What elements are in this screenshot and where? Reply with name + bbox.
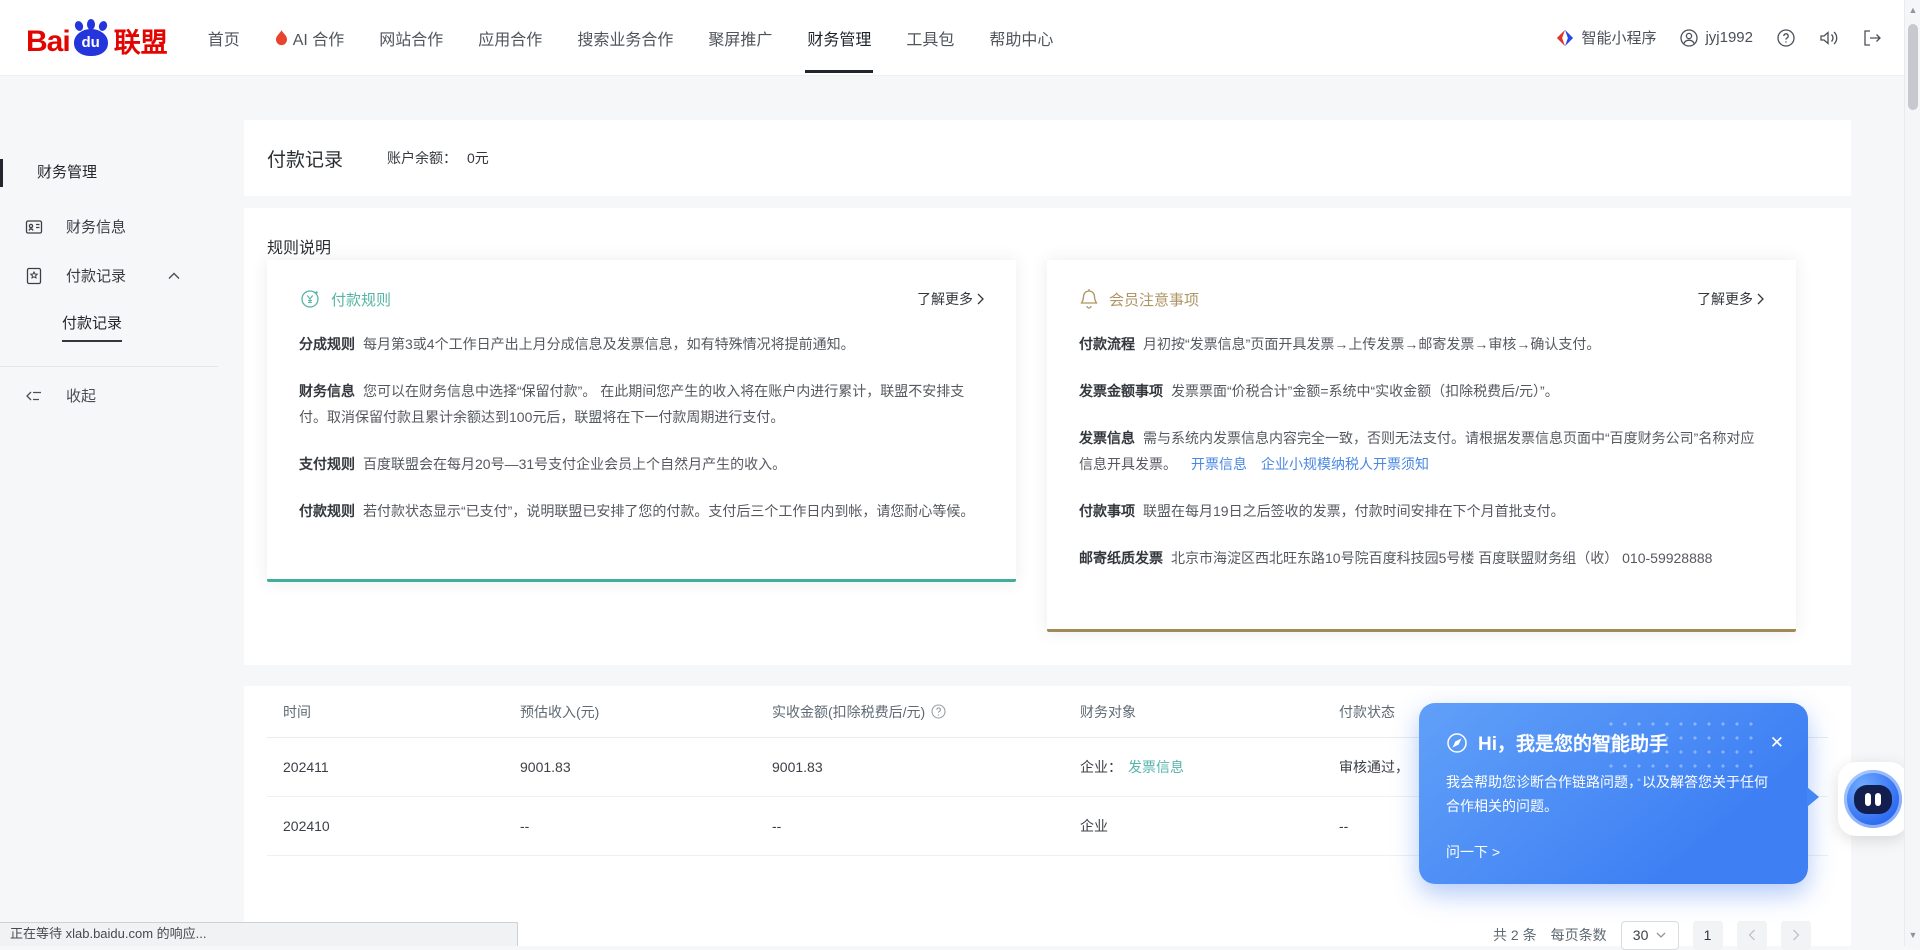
page-scrollbar[interactable]: ▲ ▼ (1904, 0, 1920, 946)
ask-now-link[interactable]: 问一下 > (1446, 842, 1500, 862)
col-actual-amount: 实收金额(扣除税费后/元) (772, 702, 1080, 722)
sidebar-subitem-payment-record[interactable]: 付款记录 (0, 312, 218, 342)
chevron-right-icon (977, 293, 984, 305)
nav-ai-cooperation[interactable]: AI 合作 (275, 0, 345, 76)
col-time: 时间 (283, 702, 520, 722)
logout-icon[interactable] (1863, 29, 1882, 47)
nav-screen-promotion[interactable]: 聚屏推广 (708, 0, 772, 76)
col-finance-target: 财务对象 (1080, 702, 1339, 722)
chevron-down-icon (1656, 932, 1666, 939)
small-taxpayer-notice-link[interactable]: 企业小规模纳税人开票须知 (1261, 456, 1429, 472)
main-nav: 首页 AI 合作 网站合作 应用合作 搜索业务合作 聚屏推广 财务管理 工具包 … (208, 0, 1054, 76)
rule-item: 邮寄纸质发票北京市海淀区西北旺东路10号院百度科技园5号楼 百度联盟财务组（收）… (1079, 545, 1764, 571)
scroll-up-arrow[interactable]: ▲ (1905, 5, 1920, 15)
payment-rules-card: 付款规则 了解更多 分成规则每月第3或4个工作日产出上月分成信息及发票信息，如有… (267, 260, 1016, 582)
rule-item: 财务信息您可以在财务信息中选择“保留付款”。 在此期间您产生的收入将在账户内进行… (299, 378, 984, 430)
cell-actual: -- (772, 818, 1080, 834)
flame-icon (275, 30, 288, 46)
member-notes-more-link[interactable]: 了解更多 (1697, 289, 1764, 309)
cell-actual: 9001.83 (772, 759, 1080, 775)
nav-website-cooperation[interactable]: 网站合作 (379, 0, 443, 76)
rule-item: 发票信息需与系统内发票信息内容完全一致，否则无法支付。请根据发票信息页面中“百度… (1079, 425, 1764, 477)
sidebar-item-payment-record[interactable]: 付款记录 (0, 265, 218, 286)
id-card-icon (25, 218, 43, 236)
account-panel: 付款记录 账户余额：0元 (244, 120, 1851, 196)
smart-miniprogram-link[interactable]: 智能小程序 (1556, 27, 1656, 48)
invoice-info-cell-link[interactable]: 发票信息 (1128, 759, 1184, 775)
info-icon[interactable] (931, 704, 946, 719)
sidebar-item-finance-info[interactable]: 财务信息 (0, 216, 218, 237)
logo-text-union: 联盟 (114, 29, 168, 57)
compass-icon (1446, 732, 1468, 754)
sidebar-collapse-button[interactable]: 收起 (0, 385, 218, 406)
sound-icon[interactable] (1819, 29, 1839, 47)
browser-status-bar: 正在等待 xlab.baidu.com 的响应... (0, 922, 518, 946)
total-count: 共 2 条 (1493, 925, 1537, 945)
collapse-icon (25, 388, 43, 404)
member-notes-title: 会员注意事项 (1109, 289, 1199, 310)
baidu-union-logo[interactable]: Bai du 联盟 (26, 19, 168, 57)
account-balance: 账户余额：0元 (387, 148, 489, 168)
rule-item: 付款规则若付款状态显示“已支付”，说明联盟已安排了您的付款。支付后三个工作日内到… (299, 498, 984, 524)
sidebar: 财务管理 财务信息 付款记录 付款记录 收起 (0, 76, 218, 946)
close-icon[interactable]: ✕ (1770, 734, 1784, 751)
cell-estimated: -- (520, 818, 772, 834)
topbar-right-area: 智能小程序 jyj1992 (1556, 27, 1882, 48)
baidu-paw-icon: du (71, 19, 111, 57)
col-estimated-income: 预估收入(元) (520, 702, 772, 722)
prev-page-button[interactable] (1737, 921, 1767, 950)
chevron-right-icon (1757, 293, 1764, 305)
top-navigation-bar: Bai du 联盟 首页 AI 合作 网站合作 应用合作 搜索业务合作 聚屏推广… (0, 0, 1920, 76)
sidebar-section-title: 财务管理 (0, 158, 218, 188)
logo-text-bai: Bai (26, 27, 70, 57)
member-notes-card: 会员注意事项 了解更多 付款流程月初按“发票信息”页面开具发票→上传发票→邮寄发… (1047, 260, 1796, 632)
user-account[interactable]: jyj1992 (1680, 29, 1753, 47)
payment-rules-title: 付款规则 (331, 289, 391, 310)
nav-home[interactable]: 首页 (208, 0, 240, 76)
nav-finance-management[interactable]: 财务管理 (807, 0, 871, 76)
nav-help-center[interactable]: 帮助中心 (989, 0, 1053, 76)
cell-time: 202410 (283, 818, 520, 834)
scrollbar-thumb[interactable] (1908, 24, 1918, 110)
cell-finance-target: 企业 (1080, 816, 1339, 836)
payment-rules-more-link[interactable]: 了解更多 (917, 289, 984, 309)
sidebar-divider (0, 366, 218, 367)
popup-dots-decoration (1604, 717, 1754, 781)
yuan-circle-icon (299, 288, 321, 310)
cell-finance-target: 企业：发票信息 (1080, 757, 1339, 777)
rules-panel: 规则说明 付款规则 了解更多 分成规则每月第3或4个工作日产出上月分成信息及发票… (244, 208, 1851, 665)
miniprogram-diamond-icon (1556, 29, 1574, 47)
user-icon (1680, 29, 1698, 47)
per-page-label: 每页条数 (1551, 925, 1607, 945)
rule-item: 分成规则每月第3或4个工作日产出上月分成信息及发票信息，如有特殊情况将提前通知。 (299, 331, 984, 357)
assistant-robot-button[interactable] (1838, 762, 1908, 836)
bell-icon (1079, 288, 1099, 310)
scroll-down-arrow[interactable]: ▼ (1905, 930, 1920, 940)
next-page-button[interactable] (1781, 921, 1811, 950)
badge-icon (25, 267, 43, 285)
nav-search-business[interactable]: 搜索业务合作 (577, 0, 673, 76)
balance-value: 0元 (467, 150, 489, 166)
cell-estimated: 9001.83 (520, 759, 772, 775)
rule-item: 支付规则百度联盟会在每月20号—31号支付企业会员上个自然月产生的收入。 (299, 451, 984, 477)
rule-item: 付款流程月初按“发票信息”页面开具发票→上传发票→邮寄发票→审核→确认支付。 (1079, 331, 1764, 357)
cell-time: 202411 (283, 759, 520, 775)
rule-item: 付款事项联盟在每月19日之后签收的发票，付款时间安排在下个月首批支付。 (1079, 498, 1764, 524)
page-title: 付款记录 (267, 145, 343, 172)
help-icon[interactable] (1777, 29, 1795, 47)
chevron-up-icon[interactable] (168, 272, 180, 280)
nav-app-cooperation[interactable]: 应用合作 (478, 0, 542, 76)
rule-item: 发票金额事项发票票面“价税合计”金额=系统中“实收金额（扣除税费后/元）”。 (1079, 378, 1764, 404)
smart-assistant-popup: Hi，我是您的智能助手 ✕ 我会帮助您诊断合作链路问题，以及解答您关于任何合作相… (1419, 703, 1808, 884)
invoice-info-link[interactable]: 开票信息 (1191, 456, 1247, 472)
rules-section-title: 规则说明 (244, 208, 1851, 258)
per-page-select[interactable]: 30 (1621, 921, 1679, 950)
nav-toolkit[interactable]: 工具包 (906, 0, 954, 76)
robot-face-icon (1844, 770, 1902, 828)
current-page[interactable]: 1 (1693, 921, 1723, 950)
